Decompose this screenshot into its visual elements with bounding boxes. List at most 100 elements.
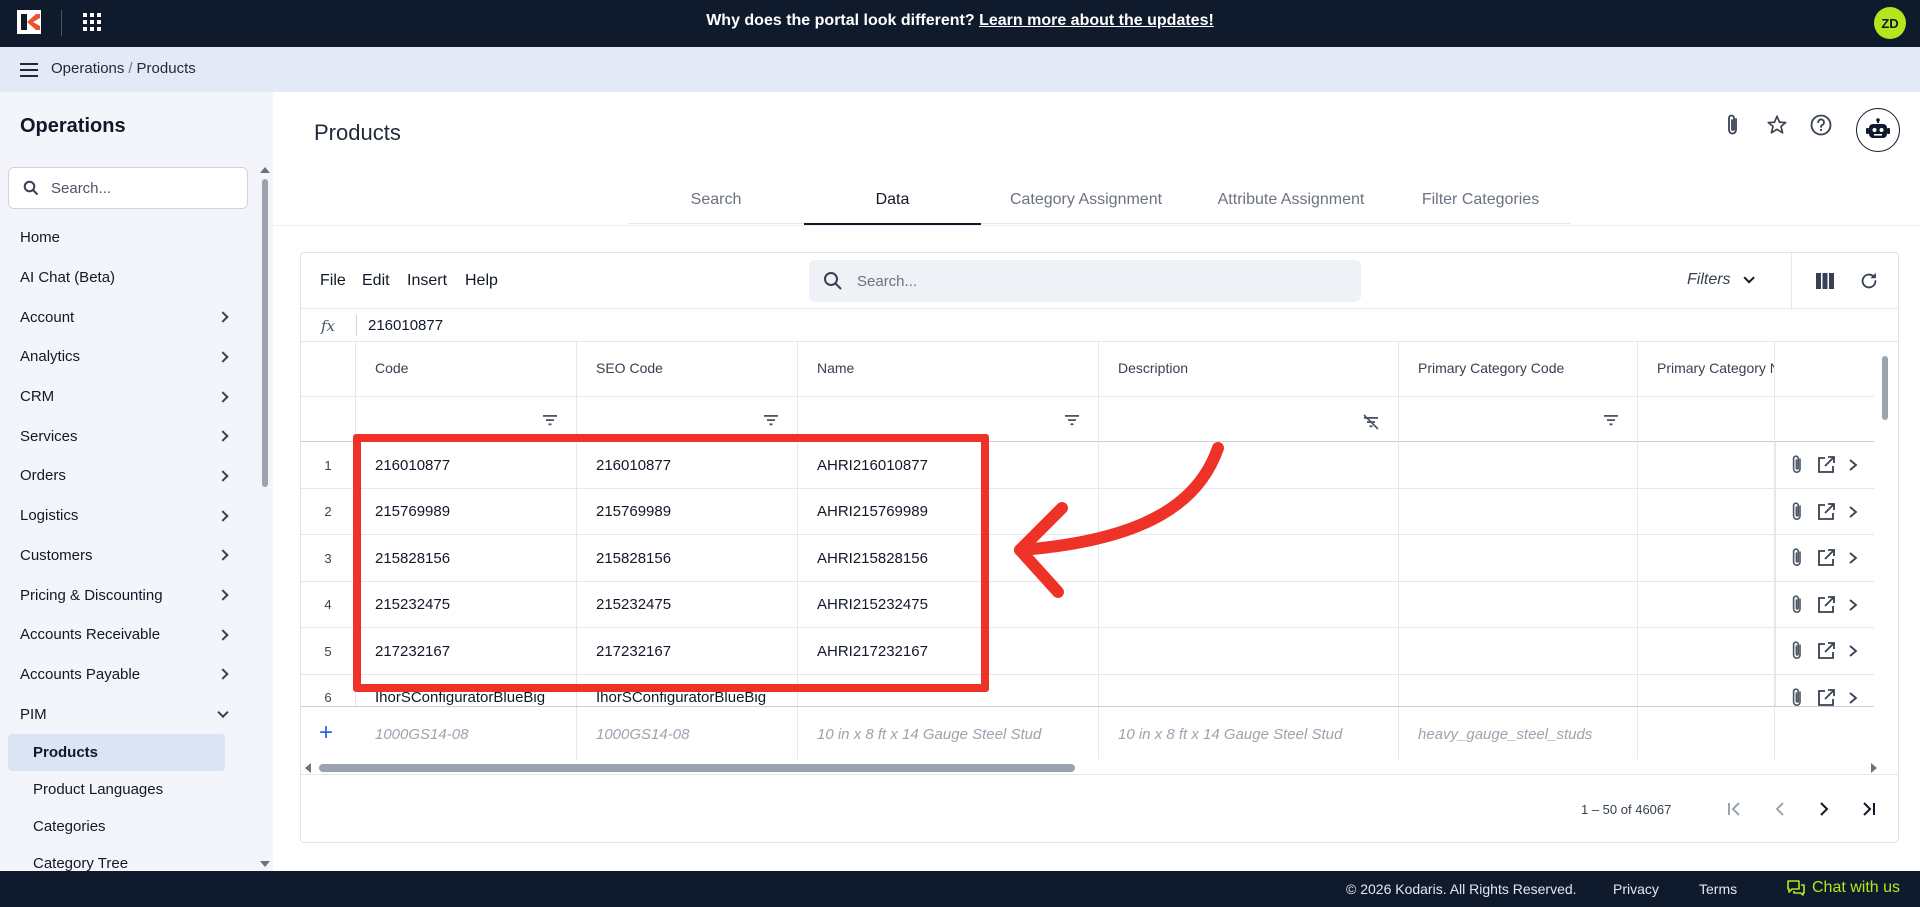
- sidebar-scroll-thumb[interactable]: [262, 179, 268, 487]
- column-header-seo-code[interactable]: SEO Code: [577, 342, 798, 396]
- learn-more-link[interactable]: Learn more about the updates!: [979, 12, 1214, 29]
- menu-file[interactable]: File: [320, 272, 346, 290]
- filter-icon[interactable]: [763, 414, 779, 426]
- sidebar-item-logistics[interactable]: Logistics: [0, 496, 250, 536]
- column-header-primary-category-name[interactable]: Primary Category N: [1638, 342, 1775, 396]
- new-row-code-input[interactable]: 1000GS14-08: [356, 707, 577, 759]
- menu-edit[interactable]: Edit: [362, 272, 390, 290]
- sidebar-subitem-product-languages[interactable]: Product Languages: [0, 771, 250, 808]
- column-header-name[interactable]: Name: [798, 342, 1099, 396]
- cell-primary-category-name[interactable]: [1638, 628, 1775, 674]
- cell-description[interactable]: [1099, 628, 1399, 674]
- previous-page-icon[interactable]: [1768, 797, 1792, 821]
- filter-icon[interactable]: [542, 414, 558, 426]
- first-page-icon[interactable]: [1723, 797, 1747, 821]
- new-row-primary-category-input[interactable]: heavy_gauge_steel_studs: [1399, 707, 1638, 759]
- new-row-name-input[interactable]: 10 in x 8 ft x 14 Gauge Steel Stud: [798, 707, 1099, 759]
- privacy-link[interactable]: Privacy: [1613, 881, 1659, 897]
- column-header-primary-category-code[interactable]: Primary Category Code: [1399, 342, 1638, 396]
- grid-vertical-scroll-thumb[interactable]: [1882, 356, 1888, 420]
- formula-value[interactable]: 216010877: [368, 317, 443, 334]
- sidebar-item-ai-chat[interactable]: AI Chat (Beta): [0, 258, 250, 298]
- sidebar-item-analytics[interactable]: Analytics: [0, 337, 250, 377]
- scroll-left-arrow-icon[interactable]: [305, 763, 311, 773]
- filter-off-icon[interactable]: [1362, 414, 1380, 430]
- grid-horizontal-scroll-thumb[interactable]: [319, 764, 1075, 772]
- cell-primary-category-name[interactable]: [1638, 488, 1775, 535]
- filter-icon[interactable]: [1603, 414, 1619, 426]
- add-row-icon[interactable]: +: [319, 719, 333, 747]
- attachment-icon[interactable]: [1790, 594, 1804, 616]
- chevron-right-icon[interactable]: [1848, 505, 1858, 519]
- sidebar-item-orders[interactable]: Orders: [0, 456, 250, 496]
- cell-primary-category-name[interactable]: [1638, 535, 1775, 581]
- open-external-icon[interactable]: [1816, 502, 1836, 522]
- tab-data[interactable]: Data: [804, 176, 981, 225]
- sidebar-search-input[interactable]: Search...: [8, 167, 248, 209]
- open-external-icon[interactable]: [1816, 548, 1836, 568]
- open-external-icon[interactable]: [1816, 688, 1836, 708]
- new-row-description-input[interactable]: 10 in x 8 ft x 14 Gauge Steel Stud: [1099, 707, 1399, 759]
- tab-attribute-assignment[interactable]: Attribute Assignment: [1191, 176, 1391, 224]
- chat-with-us-button[interactable]: Chat with us: [1786, 879, 1900, 897]
- cell-primary-category-code[interactable]: [1399, 442, 1638, 488]
- user-avatar[interactable]: ZD: [1874, 7, 1906, 39]
- tab-category-assignment[interactable]: Category Assignment: [981, 176, 1191, 224]
- sidebar-item-home[interactable]: Home: [0, 218, 250, 258]
- sidebar-item-pricing[interactable]: Pricing & Discounting: [0, 575, 250, 615]
- sidebar-item-account[interactable]: Account: [0, 297, 250, 337]
- attachment-icon[interactable]: [1790, 547, 1804, 569]
- open-external-icon[interactable]: [1816, 595, 1836, 615]
- sidebar-item-customers[interactable]: Customers: [0, 536, 250, 576]
- attachment-icon[interactable]: [1720, 112, 1746, 138]
- ai-assistant-button[interactable]: [1856, 108, 1900, 152]
- next-page-icon[interactable]: [1812, 797, 1836, 821]
- cell-primary-category-name[interactable]: [1638, 581, 1775, 628]
- open-external-icon[interactable]: [1816, 455, 1836, 475]
- cell-primary-category-code[interactable]: [1399, 535, 1638, 581]
- grid-horizontal-scrollbar[interactable]: [301, 760, 1891, 774]
- column-header-code[interactable]: Code: [356, 342, 577, 396]
- columns-icon[interactable]: [1815, 272, 1835, 290]
- cell-primary-category-name[interactable]: [1638, 442, 1775, 488]
- tab-search[interactable]: Search: [628, 176, 804, 224]
- sidebar-item-services[interactable]: Services: [0, 416, 250, 456]
- menu-insert[interactable]: Insert: [407, 272, 447, 290]
- attachment-icon[interactable]: [1790, 501, 1804, 523]
- grid-search-input[interactable]: Search...: [809, 260, 1361, 302]
- sidebar-subitem-categories[interactable]: Categories: [0, 808, 250, 845]
- new-row-seo-code-input[interactable]: 1000GS14-08: [577, 707, 798, 759]
- sidebar-scrollbar[interactable]: [260, 167, 270, 867]
- grid-vertical-scrollbar[interactable]: [1879, 342, 1891, 759]
- sidebar-item-accounts-payable[interactable]: Accounts Payable: [0, 655, 250, 695]
- terms-link[interactable]: Terms: [1699, 881, 1737, 897]
- cell-primary-category-code[interactable]: [1399, 581, 1638, 628]
- star-icon[interactable]: [1764, 112, 1790, 138]
- breadcrumb-products[interactable]: Products: [137, 60, 196, 77]
- column-header-description[interactable]: Description: [1099, 342, 1399, 396]
- scroll-down-arrow-icon[interactable]: [260, 861, 270, 867]
- attachment-icon[interactable]: [1790, 640, 1804, 662]
- chevron-right-icon[interactable]: [1848, 691, 1858, 705]
- open-external-icon[interactable]: [1816, 641, 1836, 661]
- scroll-right-arrow-icon[interactable]: [1871, 763, 1877, 773]
- cell-primary-category-code[interactable]: [1399, 488, 1638, 535]
- breadcrumb-operations[interactable]: Operations: [51, 60, 124, 77]
- chevron-right-icon[interactable]: [1848, 598, 1858, 612]
- cell-primary-category-code[interactable]: [1399, 628, 1638, 674]
- help-icon[interactable]: [1808, 112, 1834, 138]
- filter-icon[interactable]: [1064, 414, 1080, 426]
- sidebar-subitem-products[interactable]: Products: [8, 733, 225, 771]
- sidebar-item-accounts-receivable[interactable]: Accounts Receivable: [0, 615, 250, 655]
- tab-filter-categories[interactable]: Filter Categories: [1391, 176, 1570, 224]
- chevron-right-icon[interactable]: [1848, 644, 1858, 658]
- menu-toggle-icon[interactable]: [20, 63, 38, 77]
- new-row-primary-category-name-input[interactable]: [1638, 707, 1775, 759]
- refresh-icon[interactable]: [1858, 270, 1880, 292]
- sidebar-item-pim[interactable]: PIM: [0, 694, 250, 734]
- scroll-up-arrow-icon[interactable]: [260, 167, 270, 173]
- chevron-right-icon[interactable]: [1848, 458, 1858, 472]
- sidebar-subitem-category-tree[interactable]: Category Tree: [0, 845, 250, 871]
- chevron-right-icon[interactable]: [1848, 551, 1858, 565]
- sidebar-item-crm[interactable]: CRM: [0, 377, 250, 417]
